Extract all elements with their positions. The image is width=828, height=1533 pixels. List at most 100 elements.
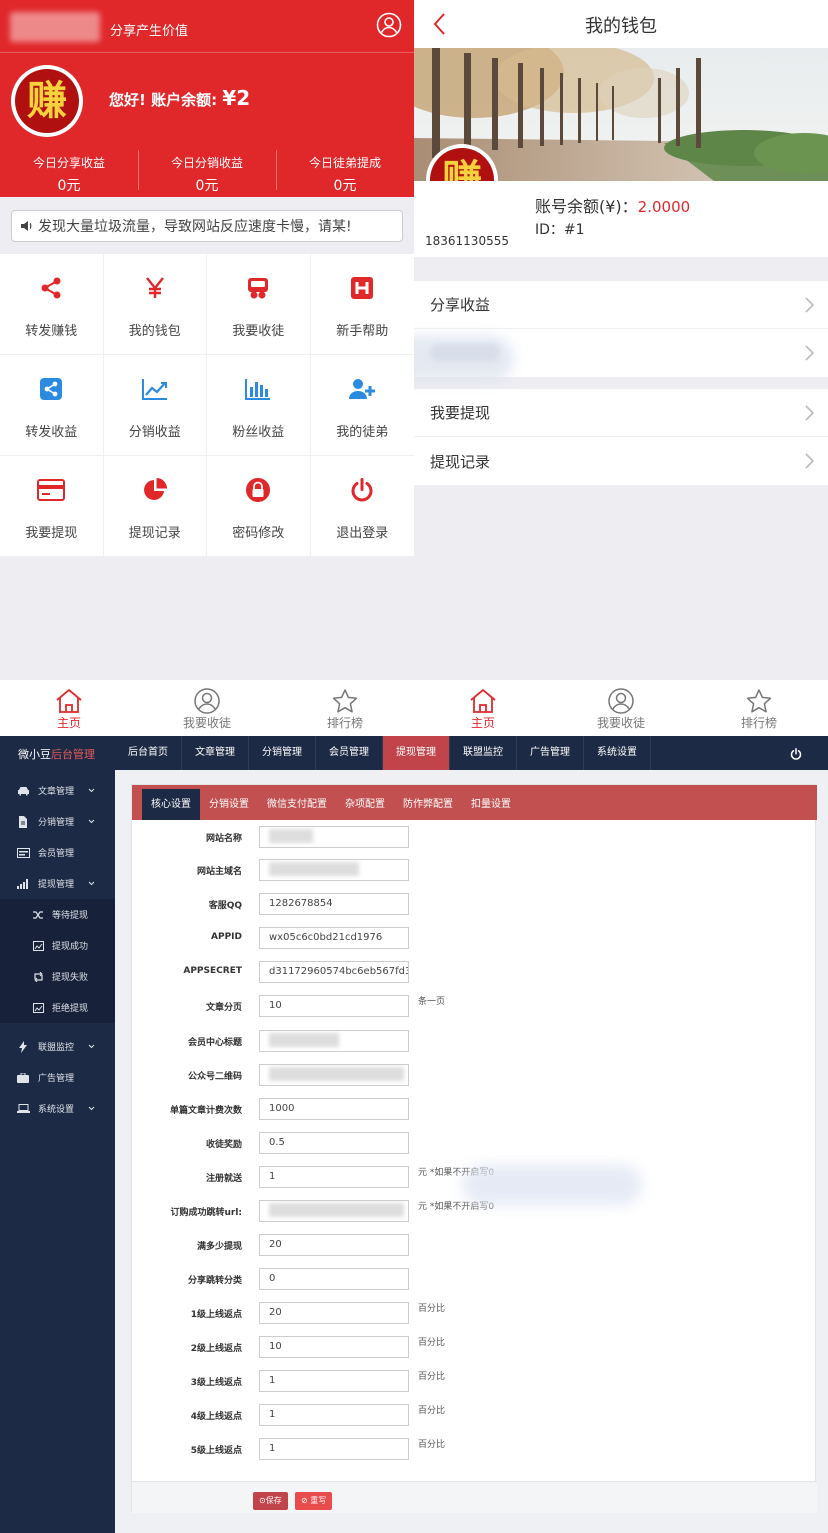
field-input[interactable]: 0.5 xyxy=(259,1132,409,1154)
grid-item-help[interactable]: 新手帮助 xyxy=(310,254,414,355)
tab-core-settings[interactable]: 核心设置 xyxy=(142,789,200,820)
field-label: 公众号二维码 xyxy=(187,1072,242,1082)
sidebar-item-members[interactable]: 会员管理 xyxy=(0,837,115,868)
yen-icon xyxy=(141,274,169,302)
form-row: 单篇文章计费次数 1000 xyxy=(132,1098,817,1120)
field-input[interactable]: 20 xyxy=(259,1234,409,1256)
grid-label: 我的钱包 xyxy=(128,324,181,339)
tab-anti-cheat[interactable]: 防作弊配置 xyxy=(394,789,462,820)
tab-recruit[interactable]: 我要收徒 xyxy=(138,680,276,736)
admin-top-nav: 后台首页 文章管理 分销管理 会员管理 提现管理 联盟监控 广告管理 系统设置 xyxy=(115,736,651,770)
field-input[interactable] xyxy=(259,1030,409,1052)
tab-ranking[interactable]: 排行榜 xyxy=(276,680,414,736)
chevron-down-icon xyxy=(88,881,95,886)
watermark-blur xyxy=(414,335,514,383)
power-icon xyxy=(348,476,376,504)
chevron-right-icon xyxy=(804,296,814,313)
menu-item-withdraw-records[interactable]: 提现记录 xyxy=(414,437,828,485)
grid-item-apprentice[interactable]: 我要收徒 xyxy=(207,254,311,355)
field-input[interactable] xyxy=(259,1200,409,1222)
field-input[interactable]: 1 xyxy=(259,1166,409,1188)
field-input[interactable] xyxy=(259,1064,409,1086)
grid-item-logout[interactable]: 退出登录 xyxy=(310,456,414,557)
tab-label: 我要收徒 xyxy=(182,716,231,730)
tab-wechat-pay[interactable]: 微信支付配置 xyxy=(258,789,336,820)
tab-distribution-settings[interactable]: 分销设置 xyxy=(200,789,258,820)
field-label: 网站名称 xyxy=(205,834,242,844)
sidebar-label: 分销管理 xyxy=(38,818,75,828)
grid-item-withdraw[interactable]: 我要提现 xyxy=(0,456,104,557)
logout-power-icon[interactable] xyxy=(790,748,802,760)
tab-ranking[interactable]: 排行榜 xyxy=(690,680,828,736)
form-row: 客服QQ 1282678854 xyxy=(132,893,817,915)
nav-articles[interactable]: 文章管理 xyxy=(182,736,249,770)
nav-withdraw[interactable]: 提现管理 xyxy=(383,736,450,770)
field-input[interactable]: 1 xyxy=(259,1404,409,1426)
grid-label: 密码修改 xyxy=(232,526,285,541)
grid-item-wallet[interactable]: 我的钱包 xyxy=(103,254,207,355)
grid-item-share-income[interactable]: 转发收益 xyxy=(0,355,104,456)
field-input[interactable]: 10 xyxy=(259,1336,409,1358)
tab-deduction[interactable]: 扣量设置 xyxy=(462,789,520,820)
field-input[interactable]: 1 xyxy=(259,1370,409,1392)
sidebar-item-withdraw[interactable]: 提现管理 xyxy=(0,868,115,899)
user-circle-icon xyxy=(193,688,221,714)
field-input[interactable]: d31172960574bc6eb567fd3c xyxy=(259,961,409,983)
menu-label: 分享收益 xyxy=(430,296,491,314)
field-input[interactable]: 1282678854 xyxy=(259,893,409,915)
form-row: 满多少提现 20 xyxy=(132,1234,817,1256)
reset-button[interactable]: ⊘ 重写 xyxy=(295,1492,333,1510)
tab-home[interactable]: 主页 xyxy=(414,680,552,736)
field-hint: 百分比 xyxy=(418,1372,446,1382)
grid-item-share-earn[interactable]: 转发赚钱 xyxy=(0,254,104,355)
notice-bar[interactable]: 发现大量垃圾流量，导致网站反应速度卡慢，请某! xyxy=(11,210,403,242)
sidebar-sub-pending[interactable]: 等待提现 xyxy=(0,899,115,930)
sidebar-sub-failed[interactable]: 提现失败 xyxy=(0,961,115,992)
tab-home[interactable]: 主页 xyxy=(0,680,138,736)
field-input[interactable]: 0 xyxy=(259,1268,409,1290)
field-input[interactable] xyxy=(259,859,409,881)
grid-item-fans-income[interactable]: 粉丝收益 xyxy=(207,355,311,456)
nav-ads[interactable]: 广告管理 xyxy=(517,736,584,770)
sidebar-sub-rejected[interactable]: 拒绝提现 xyxy=(0,992,115,1023)
grid-item-my-apprentices[interactable]: 我的徒弟 xyxy=(310,355,414,456)
nav-dashboard[interactable]: 后台首页 xyxy=(115,736,182,770)
tab-recruit[interactable]: 我要收徒 xyxy=(552,680,690,736)
grid-item-change-password[interactable]: 密码修改 xyxy=(207,456,311,557)
grid-item-withdraw-records[interactable]: 提现记录 xyxy=(103,456,207,557)
notice-text: 发现大量垃圾流量，导致网站反应速度卡慢，请某! xyxy=(38,219,352,235)
site-slogan: 分享产生价值 xyxy=(110,24,189,39)
account-id: ID：#1 xyxy=(535,222,585,238)
field-input[interactable]: 1 xyxy=(259,1438,409,1460)
grid-label: 我要收徒 xyxy=(232,324,285,339)
nav-alliance[interactable]: 联盟监控 xyxy=(450,736,517,770)
sidebar-sub-label: 等待提现 xyxy=(52,911,89,921)
field-input[interactable] xyxy=(259,826,409,848)
menu-item-withdraw[interactable]: 我要提现 xyxy=(414,389,828,437)
lock-icon xyxy=(244,476,272,504)
field-input[interactable]: 1000 xyxy=(259,1098,409,1120)
sidebar-sub-success[interactable]: 提现成功 xyxy=(0,930,115,961)
grid-label: 我要提现 xyxy=(25,526,78,541)
menu-label: 我要提现 xyxy=(430,404,491,422)
sidebar-item-distribution[interactable]: 分销管理 xyxy=(0,806,115,837)
field-input[interactable]: 20 xyxy=(259,1302,409,1324)
save-button[interactable]: ⊙保存 xyxy=(253,1492,288,1510)
tab-label: 主页 xyxy=(470,716,495,730)
field-label: 满多少提现 xyxy=(196,1242,242,1252)
grid-item-distribution-income[interactable]: 分销收益 xyxy=(103,355,207,456)
sidebar-item-system[interactable]: 系统设置 xyxy=(0,1093,115,1124)
tab-misc[interactable]: 杂项配置 xyxy=(336,789,394,820)
nav-settings[interactable]: 系统设置 xyxy=(584,736,651,770)
field-label: 会员中心标题 xyxy=(187,1038,242,1048)
sidebar-item-alliance[interactable]: 联盟监控 xyxy=(0,1031,115,1062)
sidebar-item-articles[interactable]: 文章管理 xyxy=(0,775,115,806)
nav-distribution[interactable]: 分销管理 xyxy=(249,736,316,770)
menu-item-share-income[interactable]: 分享收益 xyxy=(414,281,828,329)
sidebar-item-ads[interactable]: 广告管理 xyxy=(0,1062,115,1093)
field-input[interactable]: wx05c6c0bd21cd1976 xyxy=(259,927,409,949)
nav-members[interactable]: 会员管理 xyxy=(316,736,383,770)
field-input[interactable]: 10 xyxy=(259,995,409,1017)
user-profile-icon[interactable] xyxy=(376,12,402,38)
balance-amount: ¥2 xyxy=(222,86,251,110)
